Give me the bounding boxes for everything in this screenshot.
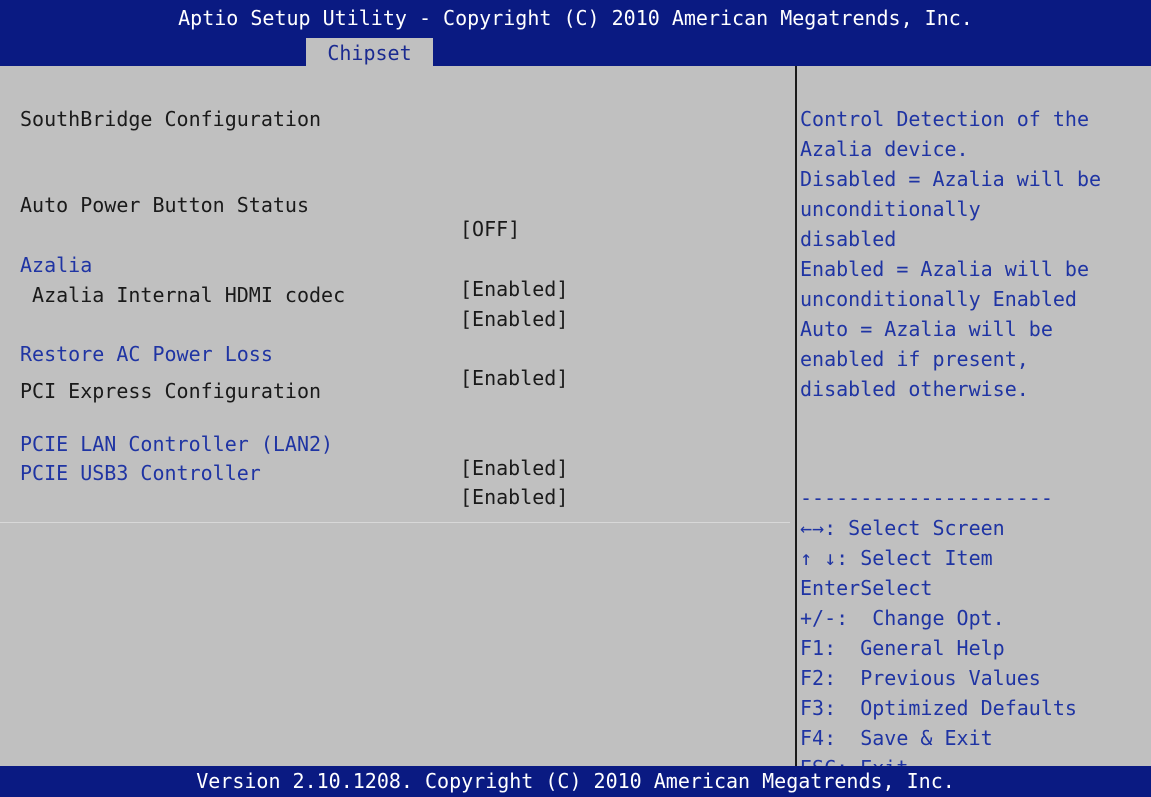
help-line: Control Detection of the (800, 107, 1089, 131)
help-line: disabled otherwise. (800, 377, 1029, 401)
section-title-southbridge: SouthBridge Configuration (20, 107, 322, 131)
help-line: Auto = Azalia will be (800, 317, 1053, 341)
help-line: Azalia device. (800, 137, 969, 161)
key-hint-save-exit: F4: Save & Exit (800, 726, 993, 750)
version-text: Version 2.10.1208. Copyright (C) 2010 Am… (196, 769, 955, 793)
help-line: disabled (800, 227, 897, 251)
key-hint-change-opt: +/-: Change Opt. (800, 606, 1005, 630)
help-line: unconditionally (800, 197, 981, 221)
help-line: unconditionally Enabled (800, 287, 1077, 311)
bios-screen: Aptio Setup Utility - Copyright (C) 2010… (0, 0, 1151, 797)
window-title: Aptio Setup Utility - Copyright (C) 2010… (178, 6, 973, 30)
section-title-pci-express: PCI Express Configuration (20, 379, 322, 403)
setting-label: Azalia Internal HDMI codec (20, 283, 346, 307)
setting-label: PCIE USB3 Controller (20, 461, 261, 485)
help-separator: --------------------- (800, 486, 1053, 510)
key-hint-general-help: F1: General Help (800, 636, 1005, 660)
setting-label: Auto Power Button Status (20, 193, 309, 217)
setting-value[interactable]: [Enabled] (460, 366, 568, 390)
setting-value[interactable]: [Enabled] (460, 485, 568, 509)
setting-pcie-usb3-controller[interactable]: PCIE USB3 Controller [Enabled] (0, 437, 795, 533)
help-line: Enabled = Azalia will be (800, 257, 1089, 281)
key-hint-select-screen: ←→: Select Screen (800, 516, 1005, 540)
help-line: Disabled = Azalia will be (800, 167, 1102, 191)
key-hint-enter-select: EnterSelect (800, 576, 933, 600)
key-hint-previous-values: F2: Previous Values (800, 666, 1041, 690)
setting-label: Restore AC Power Loss (20, 342, 273, 366)
key-hint-select-item: ↑ ↓: Select Item (800, 546, 993, 570)
help-line: enabled if present, (800, 347, 1029, 371)
key-hint-optimized-defaults: F3: Optimized Defaults (800, 696, 1077, 720)
